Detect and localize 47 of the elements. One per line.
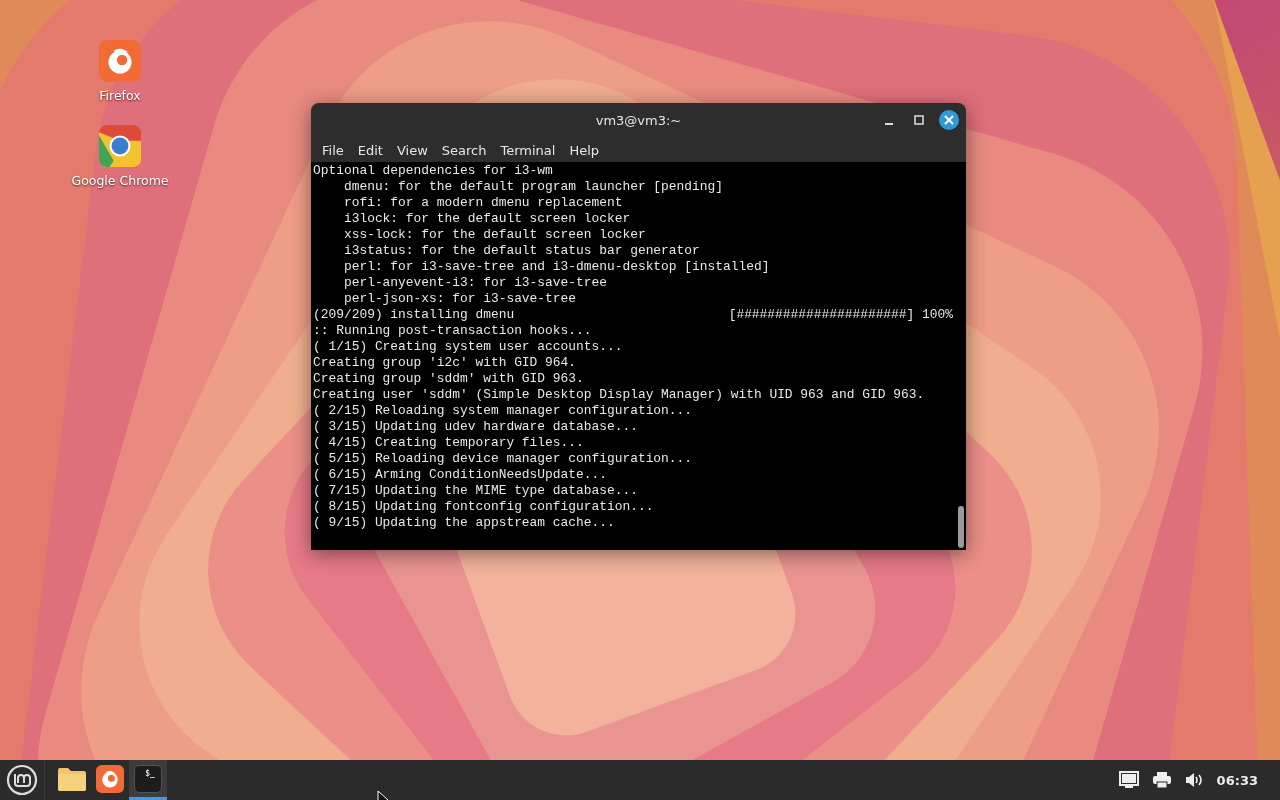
menu-item[interactable]: Search (434, 140, 494, 160)
terminal-line: rofi: for a modern dmenu replacement (342, 195, 624, 211)
terminal-line: ( 4/15) Creating temporary files... (313, 435, 585, 451)
menu-item[interactable]: View (389, 140, 435, 160)
terminal-line: i3status: for the default status bar generator (342, 243, 701, 259)
terminal-line: perl-anyevent-i3: for i3-save-tree (342, 275, 608, 291)
folder-icon[interactable] (57, 765, 87, 792)
firefox-icon[interactable] (96, 764, 124, 793)
menu-item[interactable]: Help (562, 140, 607, 160)
terminal-line: Creating group 'sddm' with GID 963. (313, 371, 585, 387)
maximize-icon (914, 115, 924, 125)
scrollbar-thumb[interactable] (958, 506, 964, 548)
terminal-line: ( 3/15) Updating udev hardware database... (313, 419, 639, 435)
terminal-line: ( 5/15) Reloading device manager configuration... (313, 451, 694, 467)
terminal-line: i3lock: for the default screen locker (342, 211, 632, 227)
taskbar-launcher[interactable]: $_ (129, 760, 167, 800)
terminal-line: ( 2/15) Reloading system manager configuration... (313, 403, 694, 419)
terminal-line: ( 1/15) Creating system user accounts... (313, 339, 624, 355)
network-icon[interactable] (1118, 771, 1139, 789)
menu-item[interactable]: File (315, 140, 351, 160)
terminal-icon[interactable]: $_ (134, 764, 162, 793)
terminal-line: ( 9/15) Updating the appstream cache... (313, 515, 616, 531)
terminal-line: xss-lock: for the default screen locker (342, 227, 647, 243)
minimize-icon (885, 123, 893, 125)
window-title: vm3@vm3:~ (595, 113, 682, 128)
terminal-line: ( 8/15) Updating fontconfig configuration... (313, 499, 655, 515)
chrome-icon[interactable] (99, 125, 141, 167)
terminal-line: Optional dependencies for i3-wm (313, 163, 554, 179)
terminal-line: Creating user 'sddm' (Simple Desktop Display Manager) with UID 963 and GID 963. (313, 387, 926, 403)
terminal-line: dmenu: for the default program launcher [pending] (342, 179, 724, 195)
terminal-line: perl-json-xs: for i3-save-tree (342, 291, 577, 307)
clock[interactable]: 06:33 (1216, 772, 1258, 788)
menu-item[interactable]: Terminal (493, 140, 563, 160)
terminal-line: ( 7/15) Updating the MIME type database... (313, 483, 639, 499)
terminal-line: Creating group 'i2c' with GID 964. (313, 355, 577, 371)
terminal-line: ( 6/15) Arming ConditionNeedsUpdate... (313, 467, 608, 483)
menu-logo-icon[interactable] (6, 764, 38, 796)
terminal-line: (209/209) installing dmenu (313, 307, 515, 323)
printer-icon[interactable] (1152, 772, 1171, 788)
terminal-line: perl: for i3-save-tree and i3-dmenu-desktop [installed] (342, 259, 771, 275)
terminal-line: :: Running post-transaction hooks... (313, 323, 593, 339)
close-button[interactable] (939, 110, 959, 130)
menu-item[interactable]: Edit (350, 140, 390, 160)
progress-text: [######################] 100% (728, 307, 953, 323)
cursor-icon (377, 791, 391, 800)
close-icon (944, 115, 954, 125)
volume-icon[interactable] (1184, 772, 1203, 788)
